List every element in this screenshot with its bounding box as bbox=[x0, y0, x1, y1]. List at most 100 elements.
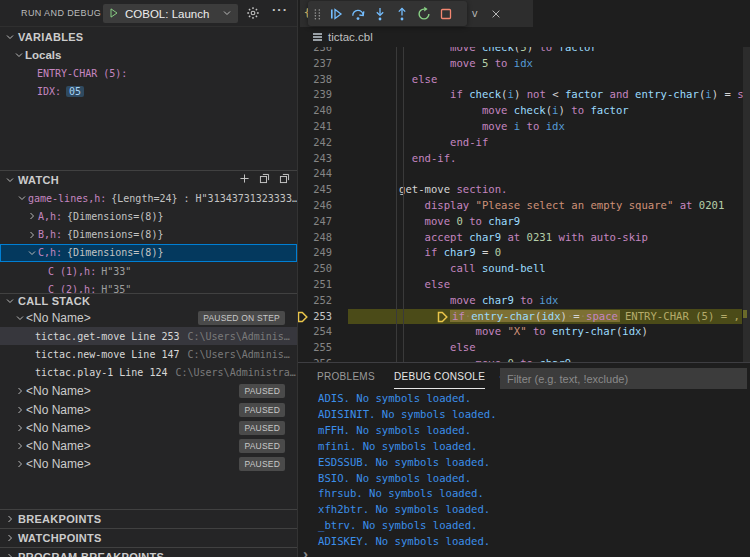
thread-label: <No Name> bbox=[26, 421, 91, 435]
frame-name: tictac.get-move Line 253 bbox=[35, 331, 180, 342]
chevron-right-icon bbox=[25, 229, 38, 241]
watch-section-header[interactable]: WATCH bbox=[0, 170, 297, 189]
line-number: 237 bbox=[308, 56, 332, 72]
console-prompt[interactable]: › bbox=[303, 545, 308, 557]
collapse-all-icon[interactable] bbox=[278, 172, 291, 187]
collapse-all-icon[interactable] bbox=[258, 172, 271, 187]
debug-step-out-button[interactable] bbox=[391, 3, 413, 25]
call-stack-thread[interactable]: <No Name>PAUSED bbox=[0, 419, 297, 437]
code-editor[interactable]: 236 move check(5) to factor237 move 5 to… bbox=[298, 0, 750, 362]
scope-row[interactable]: Locals bbox=[0, 46, 297, 64]
code-line[interactable]: 248 accept char9 at 0231 with auto-skip bbox=[298, 230, 750, 246]
section-header-breakpoints[interactable]: BREAKPOINTS bbox=[0, 509, 297, 528]
code-line[interactable]: 250 call sound-bell bbox=[298, 261, 750, 277]
code-line[interactable]: 249 if char9 = 0 bbox=[298, 245, 750, 261]
code-line[interactable]: 247 move 0 to char9 bbox=[298, 214, 750, 230]
code-line[interactable]: 244 bbox=[298, 166, 750, 182]
section-label: WATCHPOINTS bbox=[18, 532, 102, 544]
run-and-debug-sidebar: RUN AND DEBUG COBOL: Launch ··· VARIABLE… bbox=[0, 0, 298, 557]
editor-scrollbar[interactable] bbox=[743, 47, 750, 362]
add-expression-icon[interactable] bbox=[238, 172, 251, 187]
code-line[interactable]: 241 move i to idx bbox=[298, 119, 750, 135]
code-line[interactable]: 252 move char9 to idx bbox=[298, 293, 750, 309]
status-badge: PAUSED bbox=[239, 439, 285, 453]
watch-name: A,h: bbox=[38, 211, 62, 222]
code-text: move i to idx bbox=[348, 119, 565, 135]
debug-step-into-button[interactable] bbox=[369, 3, 391, 25]
call-stack-thread[interactable]: <No Name>PAUSED bbox=[0, 455, 297, 473]
sidebar-header: RUN AND DEBUG COBOL: Launch ··· bbox=[0, 0, 297, 27]
debug-restart-button[interactable] bbox=[413, 3, 435, 25]
status-badge: PAUSED bbox=[239, 457, 285, 471]
tab-problems[interactable]: PROBLEMS bbox=[317, 363, 375, 390]
call-stack-thread[interactable]: <No Name>PAUSED bbox=[0, 382, 297, 400]
call-stack-thread[interactable]: <No Name>PAUSED ON STEP bbox=[0, 309, 297, 327]
indent-guide bbox=[403, 47, 404, 362]
tab-debug-console[interactable]: DEBUG CONSOLE bbox=[394, 363, 485, 390]
code-text: move char9 to idx bbox=[348, 293, 559, 309]
stack-frame[interactable]: tictac.get-move Line 253C:\Users\Adminis… bbox=[0, 327, 297, 345]
code-line[interactable]: 254 move "X" to entry-char(idx) bbox=[298, 324, 750, 340]
chevron-right-icon bbox=[13, 385, 26, 397]
code-line[interactable]: 255 else bbox=[298, 340, 750, 356]
chevron-right-icon bbox=[13, 440, 26, 452]
chevron-down-icon bbox=[221, 5, 233, 23]
watch-row[interactable]: C (1),h:H"33" bbox=[0, 262, 297, 280]
code-line[interactable]: 253 if·entry-char(idx)·=·spaceENTRY-CHAR… bbox=[298, 309, 750, 325]
code-text: move check(i) to factor bbox=[348, 103, 629, 119]
stack-frame[interactable]: tictac.new-move Line 147C:\Users\Adminis… bbox=[0, 345, 297, 363]
launch-config-select[interactable]: COBOL: Launch bbox=[103, 4, 238, 23]
section-header-watchpoints[interactable]: WATCHPOINTS bbox=[0, 528, 297, 547]
code-line[interactable]: 239 if check(i) not < factor and entry-c… bbox=[298, 87, 750, 103]
chevron-right-icon bbox=[2, 513, 18, 525]
stack-frame[interactable]: tictac.play-1 Line 124C:\Users\Administr… bbox=[0, 364, 297, 382]
variable-row[interactable]: ENTRY-CHAR (5): bbox=[0, 64, 297, 82]
variable-row[interactable]: IDX:05 bbox=[0, 83, 297, 101]
watch-row[interactable]: C (2),h:H"35" bbox=[0, 280, 297, 293]
chevron-down-icon bbox=[2, 31, 18, 43]
frame-name: tictac.new-move Line 147 bbox=[35, 349, 180, 360]
code-line[interactable]: 237 move 5 to idx bbox=[298, 56, 750, 72]
filter-input[interactable]: Filter (e.g. text, !exclude) bbox=[500, 368, 747, 389]
debug-step-over-button[interactable] bbox=[347, 3, 369, 25]
gear-icon[interactable] bbox=[246, 6, 260, 24]
line-number: 243 bbox=[308, 151, 332, 167]
code-line[interactable]: 246 display "Please select an empty squa… bbox=[298, 198, 750, 214]
watch-row[interactable]: game-lines,h:{Length=24} : H"31343731323… bbox=[0, 189, 297, 207]
call-stack-thread[interactable]: <No Name>PAUSED bbox=[0, 400, 297, 418]
inline-debug-annotation: ENTRY-CHAR (5) = , bbox=[625, 310, 740, 322]
watch-row[interactable]: C,h:{Dimensions=(8)} bbox=[0, 244, 297, 262]
section-header-program-breakpoints[interactable]: PROGRAM BREAKPOINTS bbox=[0, 547, 297, 557]
variables-section-header[interactable]: VARIABLES bbox=[0, 27, 297, 46]
frame-name: tictac.play-1 Line 124 bbox=[35, 367, 167, 378]
watch-value: {Dimensions=(8)} bbox=[67, 247, 163, 258]
watch-row[interactable]: B,h:{Dimensions=(8)} bbox=[0, 225, 297, 243]
thread-label: <No Name> bbox=[26, 439, 91, 453]
debug-start-icon[interactable] bbox=[108, 5, 120, 23]
status-badge: PAUSED bbox=[239, 403, 285, 417]
code-line[interactable]: 238 else bbox=[298, 72, 750, 88]
call-stack-thread[interactable]: <No Name> PAUSED bbox=[0, 437, 297, 455]
code-line[interactable]: 243 end-if. bbox=[298, 151, 750, 167]
thread-label: <No Name> bbox=[26, 384, 91, 398]
file-icon bbox=[313, 33, 322, 41]
more-actions-icon[interactable]: ··· bbox=[272, 2, 288, 17]
watch-value: H"33" bbox=[101, 266, 131, 277]
breadcrumb[interactable]: tictac.cbl bbox=[298, 27, 750, 47]
close-icon[interactable] bbox=[490, 6, 502, 24]
code-text: call sound-bell bbox=[348, 261, 546, 277]
chevron-down-icon bbox=[2, 174, 18, 186]
code-text: move 0 to char9 bbox=[348, 214, 520, 230]
call-stack-section-header[interactable]: CALL STACK bbox=[0, 293, 297, 309]
watch-row[interactable]: A,h:{Dimensions=(8)} bbox=[0, 207, 297, 225]
thread-label: <No Name> bbox=[26, 311, 91, 325]
line-number: 238 bbox=[308, 72, 332, 88]
debug-continue-button[interactable] bbox=[325, 3, 347, 25]
code-line[interactable]: 245 get-move section. bbox=[298, 182, 750, 198]
line-number: 245 bbox=[308, 182, 332, 198]
code-line[interactable]: 242 end-if bbox=[298, 135, 750, 151]
watch-value: H"35" bbox=[101, 284, 131, 293]
code-line[interactable]: 251 else bbox=[298, 277, 750, 293]
debug-stop-button[interactable] bbox=[435, 3, 457, 25]
code-line[interactable]: 240 move check(i) to factor bbox=[298, 103, 750, 119]
